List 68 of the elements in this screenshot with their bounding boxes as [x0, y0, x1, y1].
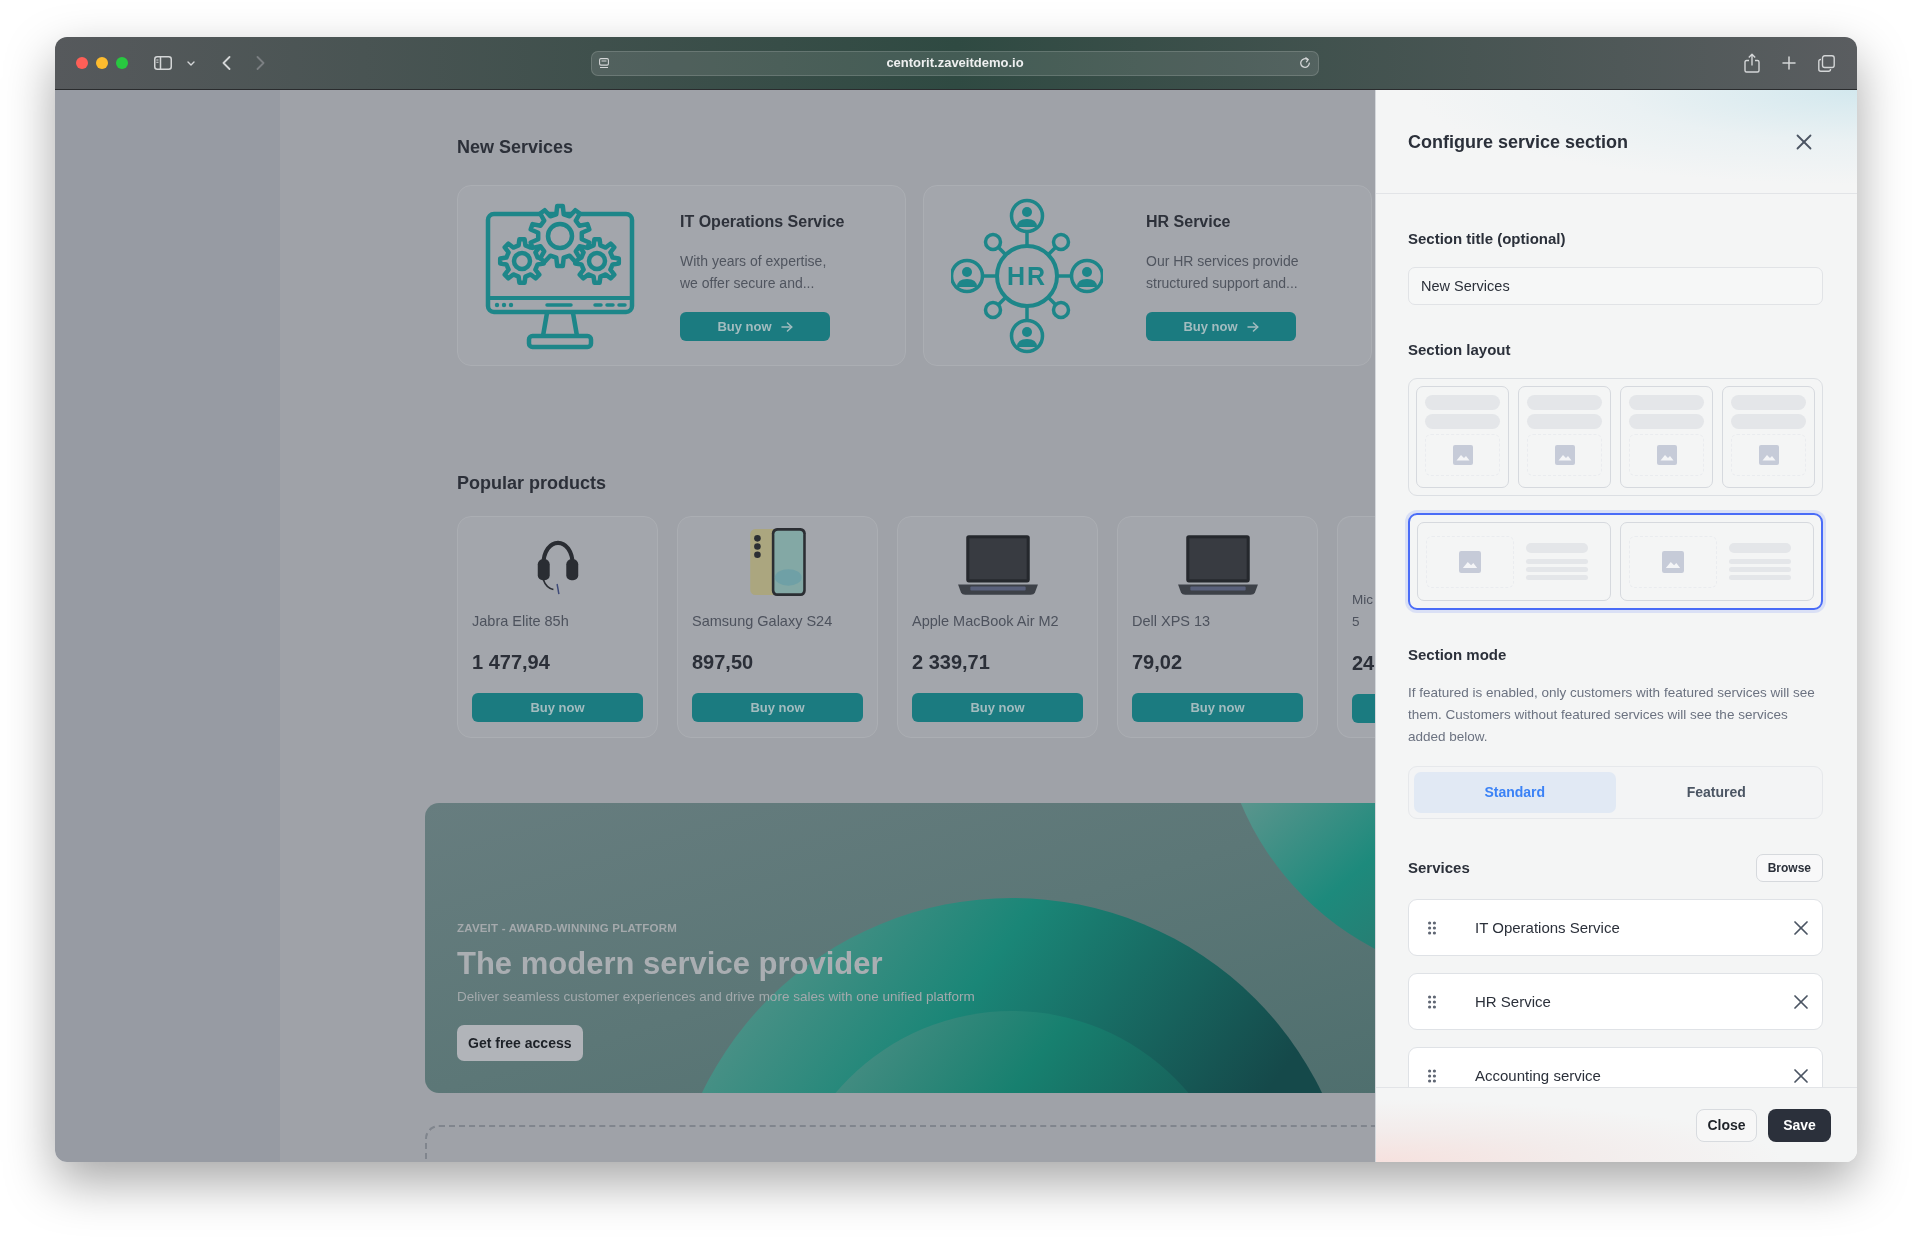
- people-network-icon: [951, 198, 1103, 354]
- banner-subtitle: Deliver seamless customer experiences and drive more sales with one unified platform: [457, 988, 975, 1006]
- image-icon: [1459, 550, 1481, 573]
- service-name: IT Operations Service: [1475, 918, 1620, 936]
- product-price: 2 339,71: [912, 650, 991, 674]
- service-name: HR Service: [1475, 992, 1551, 1010]
- reload-icon[interactable]: [1299, 57, 1311, 69]
- panel-title: Configure service section: [1408, 130, 1629, 154]
- address-bar[interactable]: centorit.zaveitdemo.io: [591, 50, 1319, 76]
- section-heading: Popular products: [457, 472, 607, 494]
- section-mode-description: If featured is enabled, only customers with featured services will see them. Customers without featured services will see the services added below.: [1408, 684, 1816, 746]
- close-icon[interactable]: [1794, 1068, 1808, 1083]
- field-label: Section title (optional): [1408, 229, 1567, 249]
- banner-title: The modern service provider: [457, 945, 883, 983]
- close-button[interactable]: Close: [1696, 1108, 1757, 1142]
- sidebar-toggle-icon[interactable]: [154, 56, 172, 70]
- drag-handle-icon[interactable]: [1428, 994, 1436, 1009]
- layout-option[interactable]: [1408, 513, 1823, 610]
- field-label: Services: [1408, 858, 1470, 878]
- service-list-item[interactable]: HR Service: [1408, 973, 1823, 1030]
- field-label: Section layout: [1408, 340, 1512, 360]
- close-icon[interactable]: [1796, 133, 1812, 150]
- service-description: With years of expertise, we offer secure and...: [680, 252, 828, 293]
- arrow-right-icon: [780, 321, 793, 332]
- icon-label: HR: [1006, 262, 1048, 290]
- close-icon[interactable]: [1794, 994, 1808, 1009]
- service-list-item[interactable]: Accounting service: [1408, 1047, 1823, 1087]
- save-button[interactable]: Save: [1768, 1108, 1831, 1142]
- product-price: 897,50: [692, 650, 755, 674]
- drag-handle-icon[interactable]: [1428, 920, 1436, 935]
- service-name: Accounting service: [1475, 1066, 1601, 1084]
- arrow-right-icon: [1246, 321, 1259, 332]
- product-name: Apple MacBook Air M2: [912, 612, 1060, 630]
- product-name: Mic: [1352, 591, 1373, 609]
- service-list-item[interactable]: IT Operations Service: [1408, 899, 1823, 956]
- field-label: Section mode: [1408, 645, 1508, 665]
- section-heading: New Services: [457, 136, 575, 158]
- service-title: IT Operations Service: [680, 212, 845, 232]
- phone-picture: [748, 526, 807, 598]
- image-icon: [1656, 445, 1677, 465]
- drag-handle-icon[interactable]: [1428, 1068, 1436, 1083]
- image-icon: [1662, 550, 1684, 573]
- section-title-input[interactable]: New Services: [1408, 267, 1823, 305]
- product-name: Dell XPS 13: [1132, 612, 1212, 630]
- product-price: 24: [1352, 651, 1375, 675]
- product-name: 5: [1352, 613, 1360, 631]
- tabs-overview-icon[interactable]: [1818, 54, 1835, 72]
- url-text[interactable]: centorit.zaveitdemo.io: [886, 55, 1024, 71]
- mode-tab[interactable]: Featured: [1615, 772, 1817, 813]
- product-price: 1 477,94: [472, 650, 551, 674]
- banner-eyebrow: ZAVEIT - AWARD-WINNING PLATFORM: [457, 921, 677, 935]
- get-access-button[interactable]: Get free access: [457, 1025, 583, 1061]
- product-name: Jabra Elite 85h: [472, 612, 570, 630]
- service-description: Our HR services provide structured support and...: [1146, 252, 1300, 293]
- plus-icon[interactable]: [1782, 56, 1796, 70]
- share-icon[interactable]: [1744, 53, 1760, 73]
- chevron-down-icon[interactable]: [187, 60, 195, 66]
- close-icon[interactable]: [1794, 920, 1808, 935]
- product-name: Samsung Galaxy S24: [692, 612, 834, 630]
- product-price: 79,02: [1132, 650, 1184, 674]
- service-title: HR Service: [1146, 212, 1231, 232]
- image-icon: [1554, 445, 1575, 465]
- window-minimize-icon[interactable]: [96, 57, 108, 69]
- image-icon: [1758, 445, 1779, 465]
- image-icon: [1452, 445, 1473, 465]
- window-zoom-icon[interactable]: [116, 57, 128, 69]
- browse-button[interactable]: Browse: [1755, 854, 1823, 882]
- page-settings-icon[interactable]: [599, 57, 609, 69]
